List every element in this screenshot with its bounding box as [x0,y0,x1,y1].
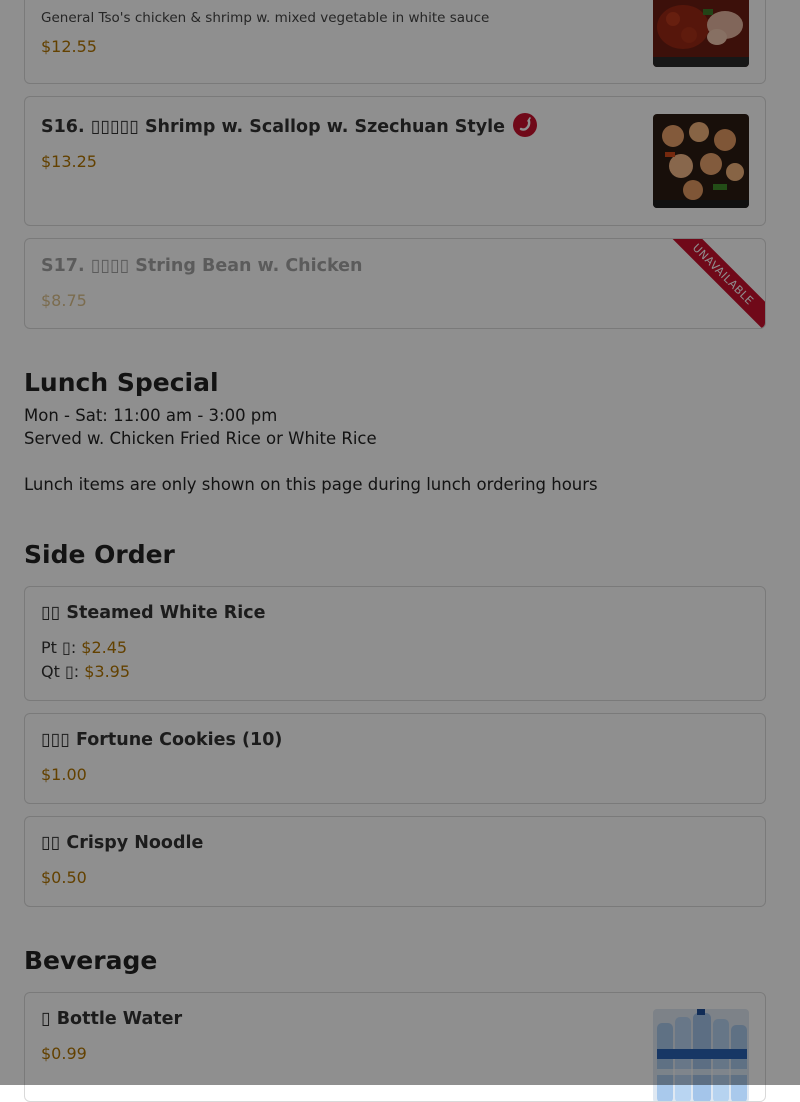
modal-backdrop[interactable] [0,0,800,1085]
menu-page: General Tso's chicken & shrimp w. mixed … [0,0,800,1102]
